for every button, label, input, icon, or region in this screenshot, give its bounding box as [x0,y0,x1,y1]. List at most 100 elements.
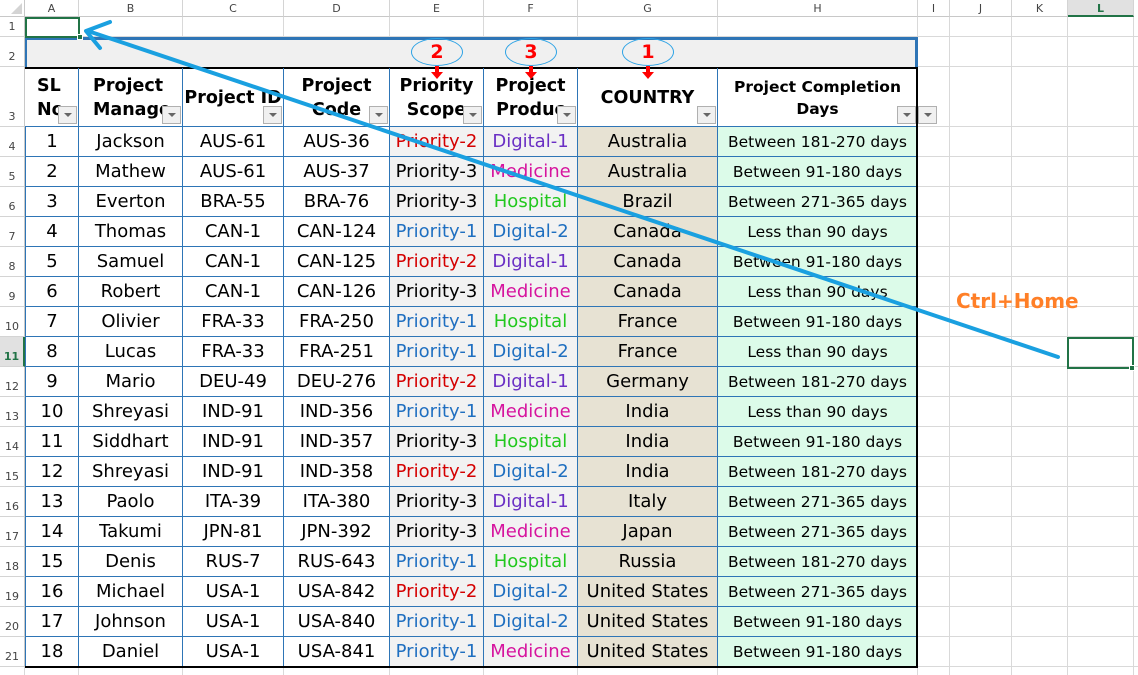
fill-handle[interactable] [1129,365,1135,371]
row-header-20[interactable]: 20 [0,607,25,637]
cell-code[interactable]: USA-842 [284,577,390,607]
cell-id[interactable]: ITA-39 [183,487,284,517]
row-header-21[interactable]: 21 [0,637,25,667]
cell-days[interactable]: Between 271-365 days [718,517,918,547]
column-header-e[interactable]: E [390,0,484,17]
row-header-3[interactable]: 3 [0,67,25,127]
filter-dropdown-days[interactable] [897,106,916,124]
column-header-i[interactable]: I [918,0,950,17]
row-header-10[interactable]: 10 [0,307,25,337]
cell-priority[interactable]: Priority-1 [390,547,484,577]
row-header-13[interactable]: 13 [0,397,25,427]
column-header-c[interactable]: C [183,0,284,17]
cell-sl[interactable]: 3 [25,187,79,217]
active-cell-a1[interactable] [25,17,80,38]
cell-country[interactable]: Canada [578,277,718,307]
cell-code[interactable]: IND-356 [284,397,390,427]
cell-manager[interactable]: Paolo [79,487,183,517]
cell-sl[interactable]: 16 [25,577,79,607]
cell-manager[interactable]: Mario [79,367,183,397]
cell-product[interactable]: Digital-1 [484,247,578,277]
cell-days[interactable]: Between 181-270 days [718,457,918,487]
cell-manager[interactable]: Everton [79,187,183,217]
cell-sl[interactable]: 17 [25,607,79,637]
cell-days[interactable]: Between 91-180 days [718,607,918,637]
cell-country[interactable]: Russia [578,547,718,577]
cell-manager[interactable]: Michael [79,577,183,607]
cell-manager[interactable]: Shreyasi [79,397,183,427]
row-header-5[interactable]: 5 [0,157,25,187]
cell-priority[interactable]: Priority-2 [390,577,484,607]
cell-code[interactable]: RUS-643 [284,547,390,577]
cell-country[interactable]: Brazil [578,187,718,217]
row-header-2[interactable]: 2 [0,37,25,67]
selected-cell-l11[interactable] [1067,337,1134,369]
cell-days[interactable]: Between 271-365 days [718,487,918,517]
cell-id[interactable]: CAN-1 [183,277,284,307]
cell-priority[interactable]: Priority-1 [390,637,484,667]
cell-product[interactable]: Digital-1 [484,487,578,517]
cell-days[interactable]: Between 181-270 days [718,547,918,577]
cell-product[interactable]: Medicine [484,637,578,667]
cell-product[interactable]: Hospital [484,307,578,337]
cell-product[interactable]: Digital-2 [484,337,578,367]
cell-id[interactable]: AUS-61 [183,157,284,187]
cell-id[interactable]: FRA-33 [183,307,284,337]
cell-priority[interactable]: Priority-1 [390,337,484,367]
cell-days[interactable]: Less than 90 days [718,337,918,367]
column-header-f[interactable]: F [484,0,578,17]
cell-product[interactable]: Digital-2 [484,577,578,607]
cell-country[interactable]: France [578,337,718,367]
cell-days[interactable]: Less than 90 days [718,277,918,307]
column-header-k[interactable]: K [1012,0,1068,17]
filter-dropdown-country[interactable] [697,106,716,124]
row-header-15[interactable]: 15 [0,457,25,487]
cell-days[interactable]: Less than 90 days [718,217,918,247]
cell-id[interactable]: CAN-1 [183,247,284,277]
cell-sl[interactable]: 13 [25,487,79,517]
cell-priority[interactable]: Priority-3 [390,277,484,307]
cell-manager[interactable]: Denis [79,547,183,577]
cell-days[interactable]: Between 91-180 days [718,247,918,277]
fill-handle[interactable] [77,34,83,40]
filter-dropdown-project-code[interactable] [369,106,388,124]
cell-manager[interactable]: Johnson [79,607,183,637]
cell-manager[interactable]: Lucas [79,337,183,367]
row-header-16[interactable]: 16 [0,487,25,517]
cell-manager[interactable]: Mathew [79,157,183,187]
column-header-a[interactable]: A [25,0,79,17]
row-header-8[interactable]: 8 [0,247,25,277]
cell-priority[interactable]: Priority-2 [390,457,484,487]
cell-code[interactable]: JPN-392 [284,517,390,547]
cell-id[interactable]: JPN-81 [183,517,284,547]
filter-dropdown-project-id[interactable] [263,106,282,124]
cell-priority[interactable]: Priority-2 [390,367,484,397]
cell-id[interactable]: IND-91 [183,457,284,487]
cell-country[interactable]: United States [578,607,718,637]
cell-manager[interactable]: Thomas [79,217,183,247]
cell-priority[interactable]: Priority-1 [390,397,484,427]
cell-days[interactable]: Between 271-365 days [718,187,918,217]
cell-id[interactable]: AUS-61 [183,127,284,157]
cell-id[interactable]: BRA-55 [183,187,284,217]
cell-id[interactable]: DEU-49 [183,367,284,397]
filter-dropdown-extra[interactable] [918,106,937,124]
row-header-6[interactable]: 6 [0,187,25,217]
filter-dropdown-sl-no[interactable] [58,106,77,124]
cell-country[interactable]: United States [578,637,718,667]
cell-sl[interactable]: 7 [25,307,79,337]
row-header-19[interactable]: 19 [0,577,25,607]
cell-id[interactable]: USA-1 [183,637,284,667]
column-header-j[interactable]: J [950,0,1012,17]
cell-country[interactable]: Italy [578,487,718,517]
cell-manager[interactable]: Takumi [79,517,183,547]
cell-code[interactable]: ITA-380 [284,487,390,517]
cell-code[interactable]: CAN-126 [284,277,390,307]
cell-product[interactable]: Digital-2 [484,217,578,247]
cell-priority[interactable]: Priority-1 [390,307,484,337]
cell-priority[interactable]: Priority-3 [390,187,484,217]
cell-country[interactable]: Canada [578,217,718,247]
cell-country[interactable]: India [578,397,718,427]
cell-code[interactable]: USA-840 [284,607,390,637]
cell-priority[interactable]: Priority-2 [390,127,484,157]
